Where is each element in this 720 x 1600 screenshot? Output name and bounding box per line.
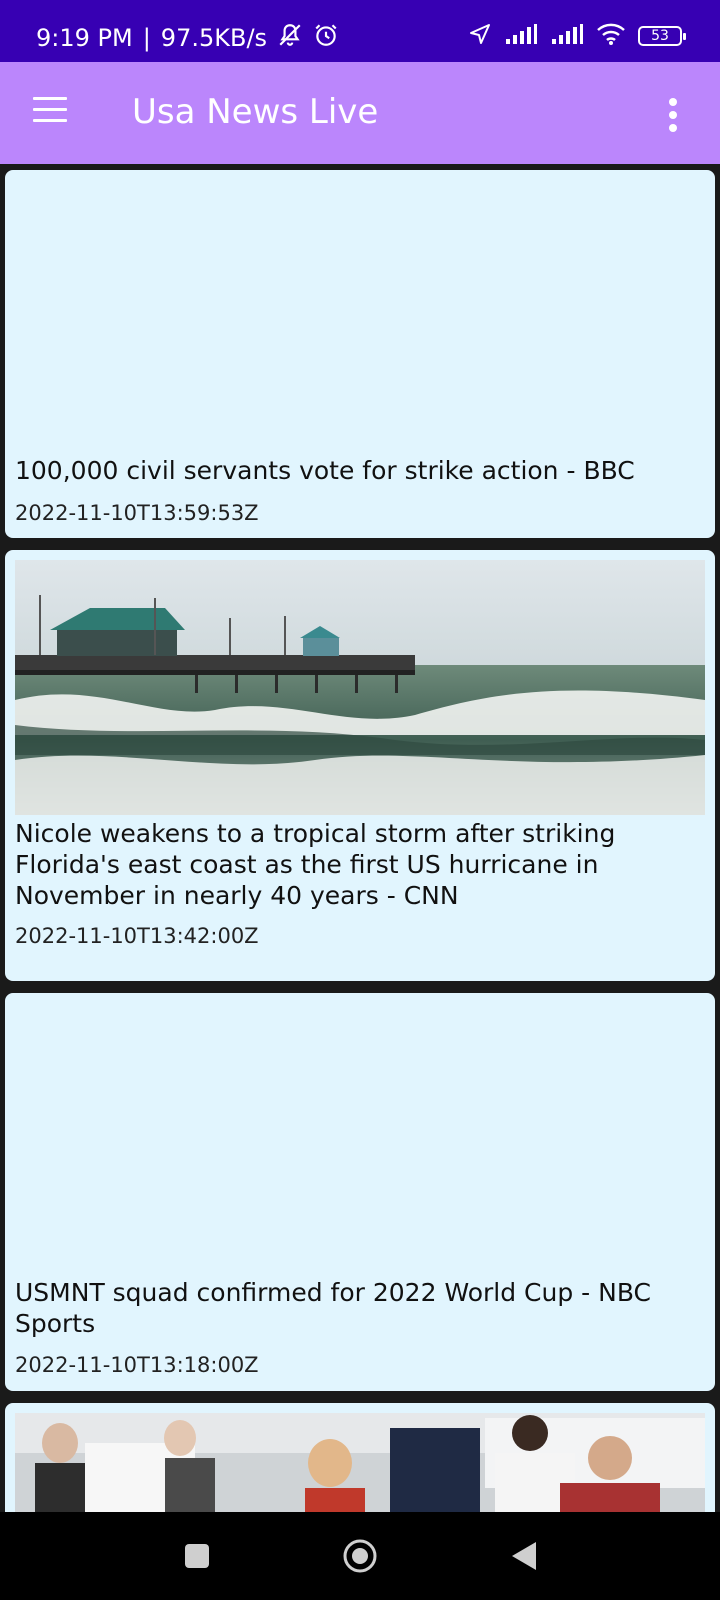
alarm-icon <box>313 22 339 54</box>
storm-pier-photo <box>15 560 705 815</box>
signal-icon <box>550 23 584 49</box>
back-icon[interactable] <box>510 1540 538 1572</box>
navigation-bar <box>0 1512 720 1600</box>
vaccination-clinic-photo <box>15 1413 705 1523</box>
location-arrow-icon <box>468 22 492 50</box>
app-bar: Usa News Live <box>0 62 720 164</box>
article-title: USMNT squad confirmed for 2022 World Cup… <box>15 1278 651 1338</box>
article-card[interactable]: 100,000 civil servants vote for strike a… <box>5 170 715 538</box>
article-date: 2022-11-10T13:59:53Z <box>15 501 259 525</box>
status-bar: 9:19 PM | 97.5KB/s 53 <box>0 0 720 62</box>
app-title: Usa News Live <box>132 92 379 132</box>
status-speed: 97.5KB/s <box>160 24 268 52</box>
battery-icon: 53 <box>638 26 686 46</box>
muted-notification-icon <box>277 22 303 54</box>
article-date: 2022-11-10T13:42:00Z <box>15 924 259 948</box>
status-time: 9:19 PM <box>36 24 133 52</box>
hamburger-menu-icon[interactable] <box>33 97 69 127</box>
article-card[interactable] <box>5 1403 715 1523</box>
article-date: 2022-11-10T13:18:00Z <box>15 1353 259 1377</box>
recent-apps-icon[interactable] <box>183 1542 211 1570</box>
status-right: 53 <box>468 22 686 50</box>
wifi-icon <box>596 22 626 50</box>
signal-icon <box>504 23 538 49</box>
article-card[interactable]: USMNT squad confirmed for 2022 World Cup… <box>5 993 715 1391</box>
article-title: Nicole weakens to a tropical storm after… <box>15 819 616 910</box>
status-separator: | <box>142 24 151 52</box>
status-left: 9:19 PM | 97.5KB/s <box>36 22 339 54</box>
article-title: 100,000 civil servants vote for strike a… <box>15 456 635 485</box>
home-icon[interactable] <box>342 1538 378 1574</box>
more-vertical-icon[interactable] <box>666 98 680 132</box>
article-card[interactable]: Nicole weakens to a tropical storm after… <box>5 550 715 981</box>
